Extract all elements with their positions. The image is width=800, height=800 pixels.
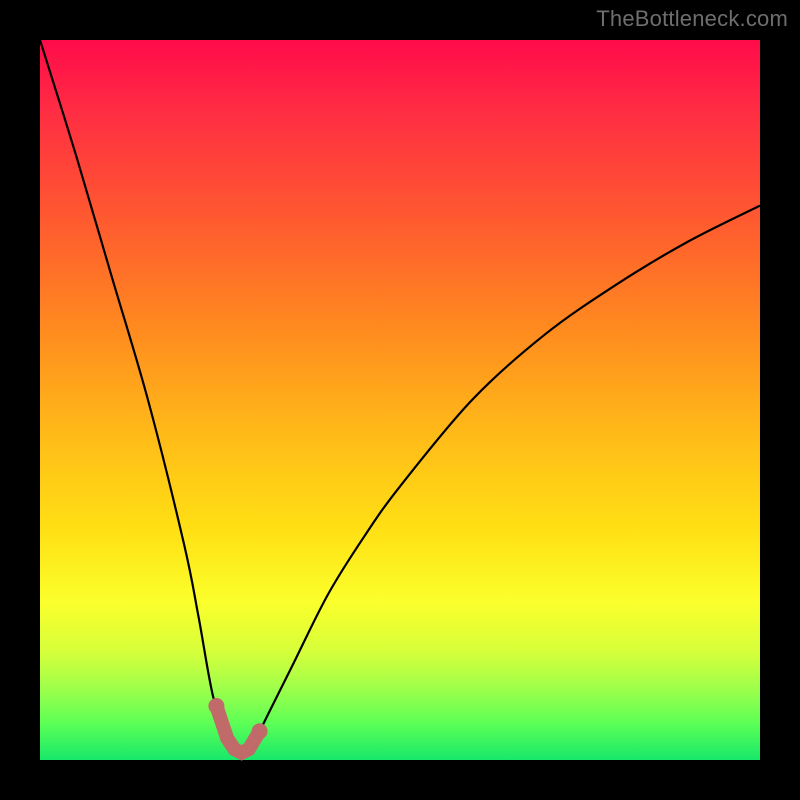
watermark-text: TheBottleneck.com xyxy=(596,6,788,32)
chart-frame: TheBottleneck.com xyxy=(0,0,800,800)
plot-area xyxy=(40,40,760,760)
curve-svg xyxy=(40,40,760,760)
bottleneck-curve xyxy=(40,40,760,753)
